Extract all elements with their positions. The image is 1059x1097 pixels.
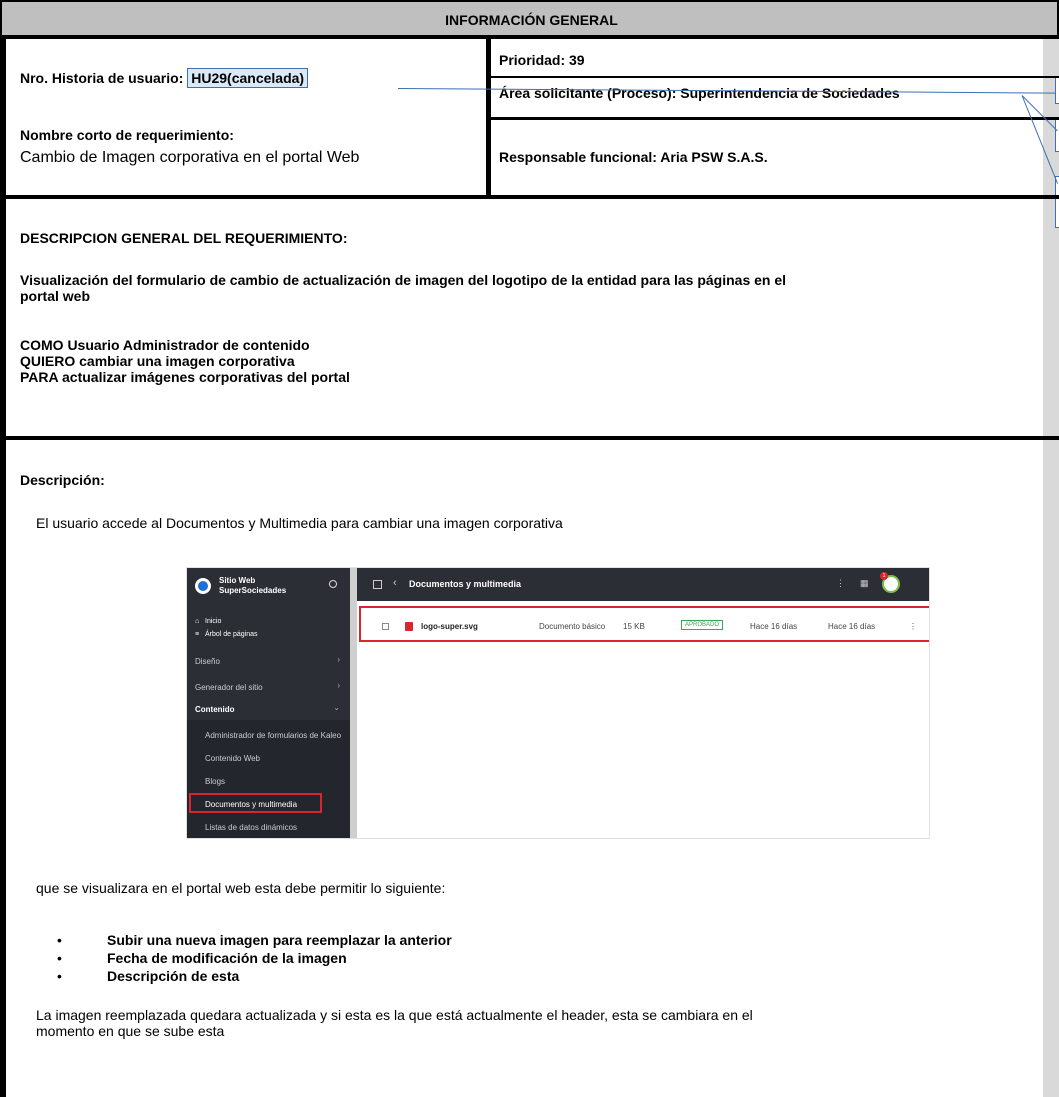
descripcion-intro: El usuario accede al Documentos y Multim… bbox=[36, 515, 563, 531]
site-logo-icon bbox=[195, 578, 211, 594]
kebab-icon[interactable]: ⋮ bbox=[836, 578, 845, 589]
chevron-right-icon: › bbox=[337, 655, 340, 664]
user-story: COMO Usuario Administrador de contenido … bbox=[20, 337, 350, 385]
comment-marker[interactable] bbox=[1055, 118, 1059, 152]
descripcion-general-title: DESCRIPCION GENERAL DEL REQUERIMIENTO: bbox=[20, 230, 348, 246]
topbar-title: Documentos y multimedia bbox=[409, 579, 522, 589]
back-icon[interactable]: ‹ bbox=[393, 577, 397, 589]
divider bbox=[0, 436, 1059, 440]
divider bbox=[491, 76, 1059, 78]
nav-listas[interactable]: Listas de datos dinámicos bbox=[205, 823, 297, 832]
nav-inicio[interactable]: Inicio bbox=[205, 618, 221, 625]
chevron-right-icon: › bbox=[337, 681, 340, 690]
nav-arbol[interactable]: Árbol de páginas bbox=[205, 631, 258, 638]
divider bbox=[0, 195, 1059, 199]
after-image-text: que se visualizara en el portal web esta… bbox=[36, 880, 446, 896]
responsable-funcional: Responsable funcional: Aria PSW S.A.S. bbox=[499, 149, 768, 165]
settings-icon[interactable] bbox=[329, 580, 337, 588]
area-solicitante: Área solicitante (Proceso): Superintende… bbox=[499, 85, 900, 101]
divider bbox=[491, 117, 1059, 120]
screenshot-topbar: ‹ Documentos y multimedia ⋮ ▦ 1 bbox=[357, 568, 929, 601]
closing-line2: momento en que se sube esta bbox=[36, 1023, 225, 1039]
highlight-nav bbox=[189, 793, 322, 813]
nav-diseno[interactable]: Diseño bbox=[195, 657, 220, 666]
notification-badge: 1 bbox=[880, 572, 888, 580]
list-item: Descripción de esta bbox=[57, 967, 452, 985]
nav-contenido[interactable]: Contenido bbox=[195, 705, 235, 714]
panel-toggle-icon[interactable] bbox=[373, 580, 382, 589]
closing-line1: La imagen reemplazada quedara actualizad… bbox=[36, 1007, 753, 1023]
closing-text: La imagen reemplazada quedara actualizad… bbox=[36, 1007, 753, 1039]
scrollbar[interactable] bbox=[350, 568, 357, 838]
descripcion-title: Descripción: bbox=[20, 472, 105, 488]
feature-list: Subir una nueva imagen para reemplazar l… bbox=[57, 931, 452, 985]
tree-icon: ≡ bbox=[195, 631, 200, 638]
historia-value[interactable]: HU29(cancelada) bbox=[187, 68, 309, 88]
nav-admin-forms[interactable]: Administrador de formularios de Kaleo bbox=[205, 731, 341, 740]
site-sub: SuperSociedades bbox=[219, 586, 287, 595]
nav-contenido-web[interactable]: Contenido Web bbox=[205, 754, 260, 763]
nombre-value: Cambio de Imagen corporativa en el porta… bbox=[20, 149, 360, 166]
apps-icon[interactable]: ▦ bbox=[860, 578, 869, 589]
divider bbox=[0, 37, 1059, 39]
embedded-screenshot: Sitio Web SuperSociedades ⌂ Inicio ≡ Árb… bbox=[186, 567, 930, 839]
table-title: INFORMACIÓN GENERAL bbox=[445, 12, 618, 28]
como-line: COMO Usuario Administrador de contenido bbox=[20, 337, 310, 353]
list-item: Fecha de modificación de la imagen bbox=[57, 949, 452, 967]
nombre-label: Nombre corto de requerimiento: bbox=[20, 127, 234, 143]
site-name: Sitio Web bbox=[219, 576, 256, 585]
para-line: PARA actualizar imágenes corporativas de… bbox=[20, 369, 350, 385]
chevron-down-icon: ⌄ bbox=[333, 703, 340, 712]
prioridad: Prioridad: 39 bbox=[499, 52, 585, 68]
comment-marker[interactable] bbox=[1055, 76, 1059, 104]
descripcion-general-line1: Visualización del formulario de cambio d… bbox=[20, 272, 787, 288]
historia-row: Nro. Historia de usuario: HU29(cancelada… bbox=[20, 68, 309, 88]
list-item: Subir una nueva imagen para reemplazar l… bbox=[57, 931, 452, 949]
nav-generador[interactable]: Generador del sitio bbox=[195, 683, 263, 692]
table-header: INFORMACIÓN GENERAL bbox=[0, 0, 1059, 37]
home-icon: ⌂ bbox=[195, 618, 200, 625]
descripcion-general-line2: portal web bbox=[20, 288, 91, 304]
comment-margin bbox=[1043, 0, 1059, 1097]
historia-label: Nro. Historia de usuario: bbox=[20, 70, 184, 86]
quiero-line: QUIERO cambiar una imagen corporativa bbox=[20, 353, 295, 369]
highlight-file-row bbox=[359, 606, 929, 642]
nav-blogs[interactable]: Blogs bbox=[205, 777, 225, 786]
